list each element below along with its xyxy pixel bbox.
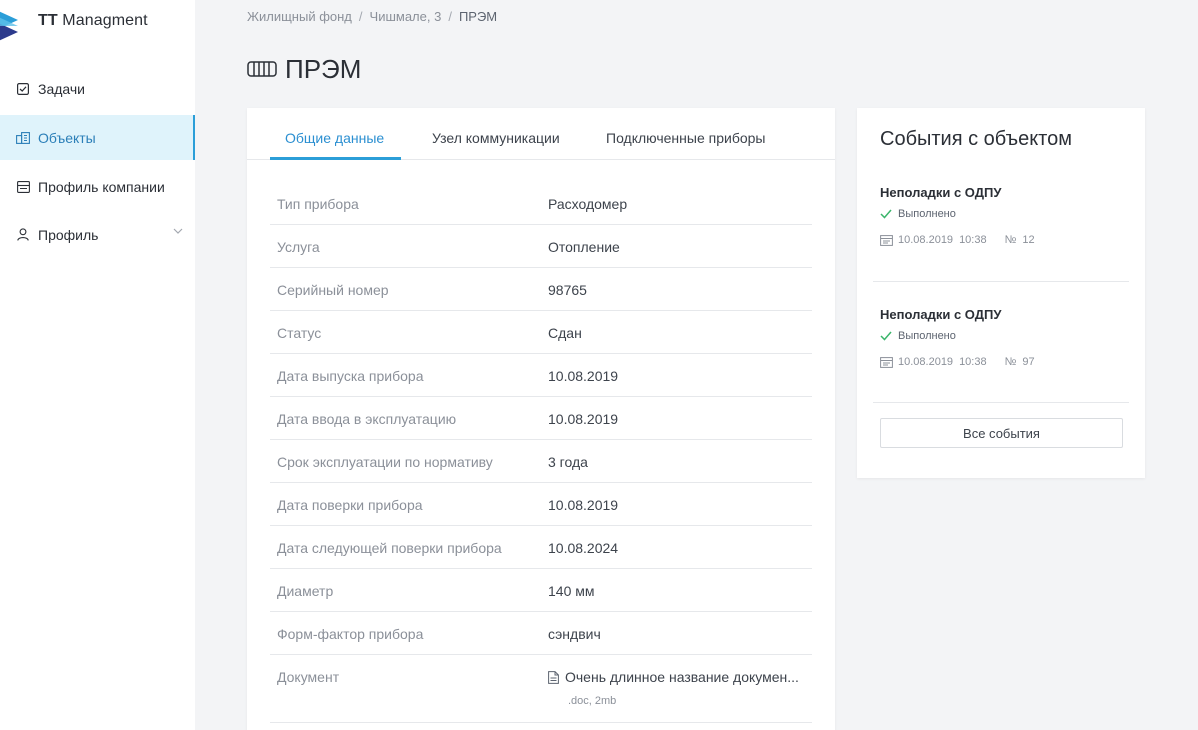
detail-key: Диаметр (277, 583, 334, 599)
events-title: События с объектом (880, 128, 1072, 150)
company-icon (16, 180, 30, 194)
event-number-label: № (1004, 356, 1017, 368)
detail-value: 3 года (548, 454, 588, 470)
user-icon (16, 228, 30, 242)
detail-key: Дата поверки прибора (277, 497, 423, 513)
detail-row: Срок эксплуатации по нормативу 3 года (270, 440, 812, 483)
detail-row: Услуга Отопление (270, 225, 812, 268)
event-date: 10.08.2019 (898, 234, 954, 246)
breadcrumb-item[interactable]: Жилищный фонд (247, 9, 352, 24)
detail-key: Тип прибора (277, 196, 359, 212)
detail-value: 10.08.2019 (548, 368, 619, 384)
breadcrumb: Жилищный фонд / Чишмале, 3 / ПРЭМ (247, 9, 497, 24)
event-number: 97 (1022, 356, 1035, 368)
detail-key: Статус (277, 325, 322, 341)
event-number: 12 (1022, 234, 1035, 246)
detail-key: Услуга (277, 239, 320, 255)
document-icon (548, 670, 559, 684)
event-status-text: Выполнено (898, 208, 956, 220)
page-title: ПРЭМ (247, 53, 361, 85)
tab-communication-node[interactable]: Узел коммуникации (432, 130, 560, 160)
detail-value: 140 мм (548, 583, 595, 599)
sidebar-item-label: Профиль (38, 226, 99, 243)
detail-key: Документ (277, 669, 340, 685)
sidebar-item-label: Задачи (38, 80, 86, 97)
detail-key: Дата ввода в эксплуатацию (277, 411, 457, 427)
event-item[interactable]: Неполадки с ОДПУ Выполнено 10.08.2019 10… (880, 185, 1130, 246)
detail-row: Тип прибора Расходомер (270, 182, 812, 225)
detail-value: Расходомер (548, 196, 628, 212)
sidebar-item-objects[interactable]: Объекты (0, 115, 195, 160)
detail-row-document: Документ Очень длинное название докумен.… (270, 655, 812, 723)
document-meta: .doc, 2mb (568, 695, 617, 707)
detail-key: Дата следующей поверки прибора (277, 540, 502, 556)
detail-value: сэндвич (548, 626, 601, 642)
event-item[interactable]: Неполадки с ОДПУ Выполнено 10.08.2019 10… (880, 307, 1130, 368)
breadcrumb-item[interactable]: Чишмале, 3 (370, 9, 442, 24)
tab-general[interactable]: Общие данные (285, 130, 384, 160)
divider (873, 281, 1129, 282)
detail-row: Дата следующей поверки прибора 10.08.2024 (270, 526, 812, 569)
calendar-icon (880, 234, 893, 246)
checkbox-icon (16, 82, 30, 96)
breadcrumb-separator: / (358, 9, 363, 24)
detail-key: Срок эксплуатации по нормативу (277, 454, 493, 470)
detail-key: Дата выпуска прибора (277, 368, 424, 384)
page-title-text: ПРЭМ (285, 53, 362, 84)
detail-value: 10.08.2024 (548, 540, 619, 556)
detail-row: Дата выпуска прибора 10.08.2019 (270, 354, 812, 397)
event-status: Выполнено (880, 208, 1130, 220)
document-name: Очень длинное название докумен... (565, 669, 799, 685)
event-name: Неполадки с ОДПУ (880, 307, 1002, 322)
detail-row: Статус Сдан (270, 311, 812, 354)
sidebar-item-company-profile[interactable]: Профиль компании (0, 164, 195, 209)
check-icon (880, 331, 892, 341)
document-link[interactable]: Очень длинное название докумен... (548, 669, 799, 685)
event-time: 10:38 (959, 356, 987, 368)
event-number-label: № (1004, 234, 1017, 246)
calendar-icon (880, 356, 893, 368)
all-events-button[interactable]: Все события (880, 418, 1123, 448)
detail-key: Серийный номер (277, 282, 389, 298)
device-details-card: Общие данные Узел коммуникации Подключен… (247, 108, 835, 730)
events-card: События с объектом Неполадки с ОДПУ Выпо… (857, 108, 1145, 478)
event-meta: 10.08.2019 10:38 № 97 (880, 356, 1130, 368)
detail-row: Форм-фактор прибора сэндвич (270, 612, 812, 655)
event-meta: 10.08.2019 10:38 № 12 (880, 234, 1130, 246)
tab-connected-devices[interactable]: Подключенные приборы (606, 130, 765, 160)
detail-row: Дата ввода в эксплуатацию 10.08.2019 (270, 397, 812, 440)
detail-value: Отопление (548, 239, 620, 255)
event-time: 10:38 (959, 234, 987, 246)
breadcrumb-current: ПРЭМ (458, 9, 498, 24)
sidebar-item-profile[interactable]: Профиль (0, 212, 195, 257)
event-name: Неполадки с ОДПУ (880, 185, 1002, 200)
logo-text: TT Managment (38, 12, 148, 29)
breadcrumb-separator: / (448, 9, 452, 24)
detail-row: Диаметр 140 мм (270, 569, 812, 612)
detail-value: Сдан (548, 325, 582, 341)
tabs-bar: Общие данные Узел коммуникации Подключен… (247, 108, 835, 160)
buildings-icon (16, 131, 30, 145)
event-date: 10.08.2019 (898, 356, 954, 368)
detail-key: Форм-фактор прибора (277, 626, 424, 642)
active-tab-indicator (270, 157, 401, 160)
radiator-icon (247, 61, 277, 77)
check-icon (880, 209, 892, 219)
sidebar: TT Managment Задачи Объекты Профиль комп… (0, 0, 195, 730)
event-status-text: Выполнено (898, 330, 956, 342)
detail-row: Серийный номер 98765 (270, 268, 812, 311)
sidebar-item-tasks[interactable]: Задачи (0, 66, 195, 111)
detail-value: 10.08.2019 (548, 497, 619, 513)
sidebar-item-label: Профиль компании (38, 178, 165, 195)
detail-value: 98765 (548, 282, 587, 298)
detail-value: 10.08.2019 (548, 411, 619, 427)
chevron-down-icon[interactable] (173, 228, 183, 234)
event-status: Выполнено (880, 330, 1130, 342)
sidebar-item-label: Объекты (38, 129, 96, 146)
logo-mark-icon (0, 11, 18, 41)
detail-row: Дата поверки прибора 10.08.2019 (270, 483, 812, 526)
logo[interactable]: TT Managment (0, 0, 195, 48)
divider (873, 402, 1129, 403)
